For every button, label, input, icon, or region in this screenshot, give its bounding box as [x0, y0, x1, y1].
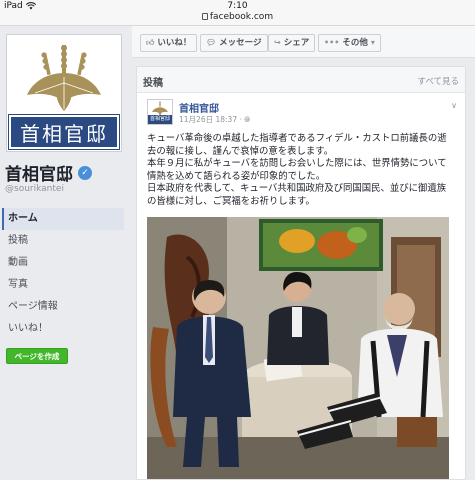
verified-check-icon: ✓ — [78, 165, 92, 180]
address-bar[interactable]: facebook.com — [0, 12, 475, 22]
post-timestamp[interactable]: 11月26日 18:37 — [179, 115, 237, 124]
nav-item-posts[interactable]: 投稿 — [2, 230, 124, 252]
nav-item-likes[interactable]: いいね！ — [2, 318, 124, 340]
post-author-link[interactable]: 首相官邸 — [179, 100, 219, 115]
post-options-chevron-icon[interactable]: ∨ — [451, 101, 457, 110]
like-page-button[interactable]: 👍︎ いいね！ — [140, 34, 198, 52]
meeting-photo-illustration — [147, 217, 449, 479]
post-line: の皆様に対し、ご冥福をお祈りします。 — [147, 195, 315, 207]
post-meta: 11月26日 18:37 · 🌐︎ — [179, 114, 250, 125]
profile-picture[interactable]: 首相官邸 — [6, 34, 122, 152]
see-all-link[interactable]: すべて見る — [417, 75, 459, 87]
message-button[interactable]: 💬︎ メッセージ — [200, 34, 268, 52]
page-title: 首相官邸 ✓ — [5, 160, 92, 185]
lock-icon — [201, 13, 208, 20]
page-nav: ホーム 投稿 動画 写真 ページ情報 いいね！ — [2, 208, 124, 340]
nav-item-photos[interactable]: 写真 — [2, 274, 124, 296]
like-label: いいね！ — [157, 38, 192, 48]
posts-card: 投稿 すべて見る 首相官邸 首相官邸 11月26日 18:37 · 🌐︎ ∨ キ… — [136, 66, 466, 480]
share-button[interactable]: ↪ シェア — [268, 34, 316, 52]
post-line: 去の報に接し、謹んで哀悼の意を表します。 — [147, 145, 334, 157]
clock: 7:10 — [227, 1, 248, 11]
more-button[interactable]: ••• その他 ▾ — [318, 34, 381, 52]
post-line: 情熱を込めて語られる姿が印象的でした。 — [147, 170, 326, 182]
post-line: キューバ革命後の卓越した指導者であるフィデル・カストロ前議長の逝 — [147, 133, 447, 144]
avatar-band: 首相官邸 — [148, 115, 172, 124]
nav-item-about[interactable]: ページ情報 — [2, 296, 124, 318]
posts-section-title: 投稿 — [143, 78, 163, 89]
share-icon: ↪ — [274, 38, 281, 47]
page-handle: @sourikantei — [5, 184, 64, 194]
main-column: 👍︎ いいね！ 💬︎ メッセージ ↪ シェア ••• その他 ▾ 投稿 すべて見… — [132, 26, 475, 480]
nav-item-home[interactable]: ホーム — [2, 208, 124, 230]
post-line: 日本政府を代表して、キューバ共和国政府及び同国国民、並びに御遺族 — [147, 183, 447, 195]
thumbs-up-icon: 👍︎ — [146, 38, 155, 47]
url-text: facebook.com — [209, 12, 274, 22]
posts-card-header: 投稿 すべて見る — [137, 67, 465, 93]
post: 首相官邸 首相官邸 11月26日 18:37 · 🌐︎ ∨ キューバ革命後の卓越… — [147, 99, 457, 479]
page-name-text: 首相官邸 — [5, 165, 73, 185]
message-label: メッセージ — [219, 38, 262, 48]
more-label: その他 — [342, 38, 368, 48]
caret-down-icon: ▾ — [370, 38, 375, 47]
paulownia-crest-icon — [152, 101, 168, 116]
post-line: 本年９月に私がキューバを訪問しお会いした際には、世界情勢について — [147, 158, 447, 170]
post-body: キューバ革命後の卓越した指導者であるフィデル・カストロ前議長の逝 去の報に接し、… — [147, 133, 457, 209]
left-column: 首相官邸 首相官邸 ✓ @sourikantei ホーム 投稿 動画 写真 ペー… — [0, 26, 132, 480]
paulownia-crest-icon — [27, 45, 101, 111]
status-bar: iPad 7:10 facebook.com — [0, 0, 475, 26]
more-dots-icon: ••• — [324, 38, 340, 47]
share-label: シェア — [283, 38, 310, 48]
post-avatar[interactable]: 首相官邸 — [147, 99, 173, 125]
nav-item-videos[interactable]: 動画 — [2, 252, 124, 274]
globe-icon: 🌐︎ — [244, 115, 251, 124]
create-page-button[interactable]: ページを作成 — [6, 348, 68, 364]
message-icon: 💬︎ — [206, 38, 217, 47]
page-action-bar: 👍︎ いいね！ 💬︎ メッセージ ↪ シェア ••• その他 ▾ — [132, 26, 475, 58]
post-photo[interactable] — [147, 217, 449, 479]
profile-band-text: 首相官邸 — [8, 114, 120, 150]
